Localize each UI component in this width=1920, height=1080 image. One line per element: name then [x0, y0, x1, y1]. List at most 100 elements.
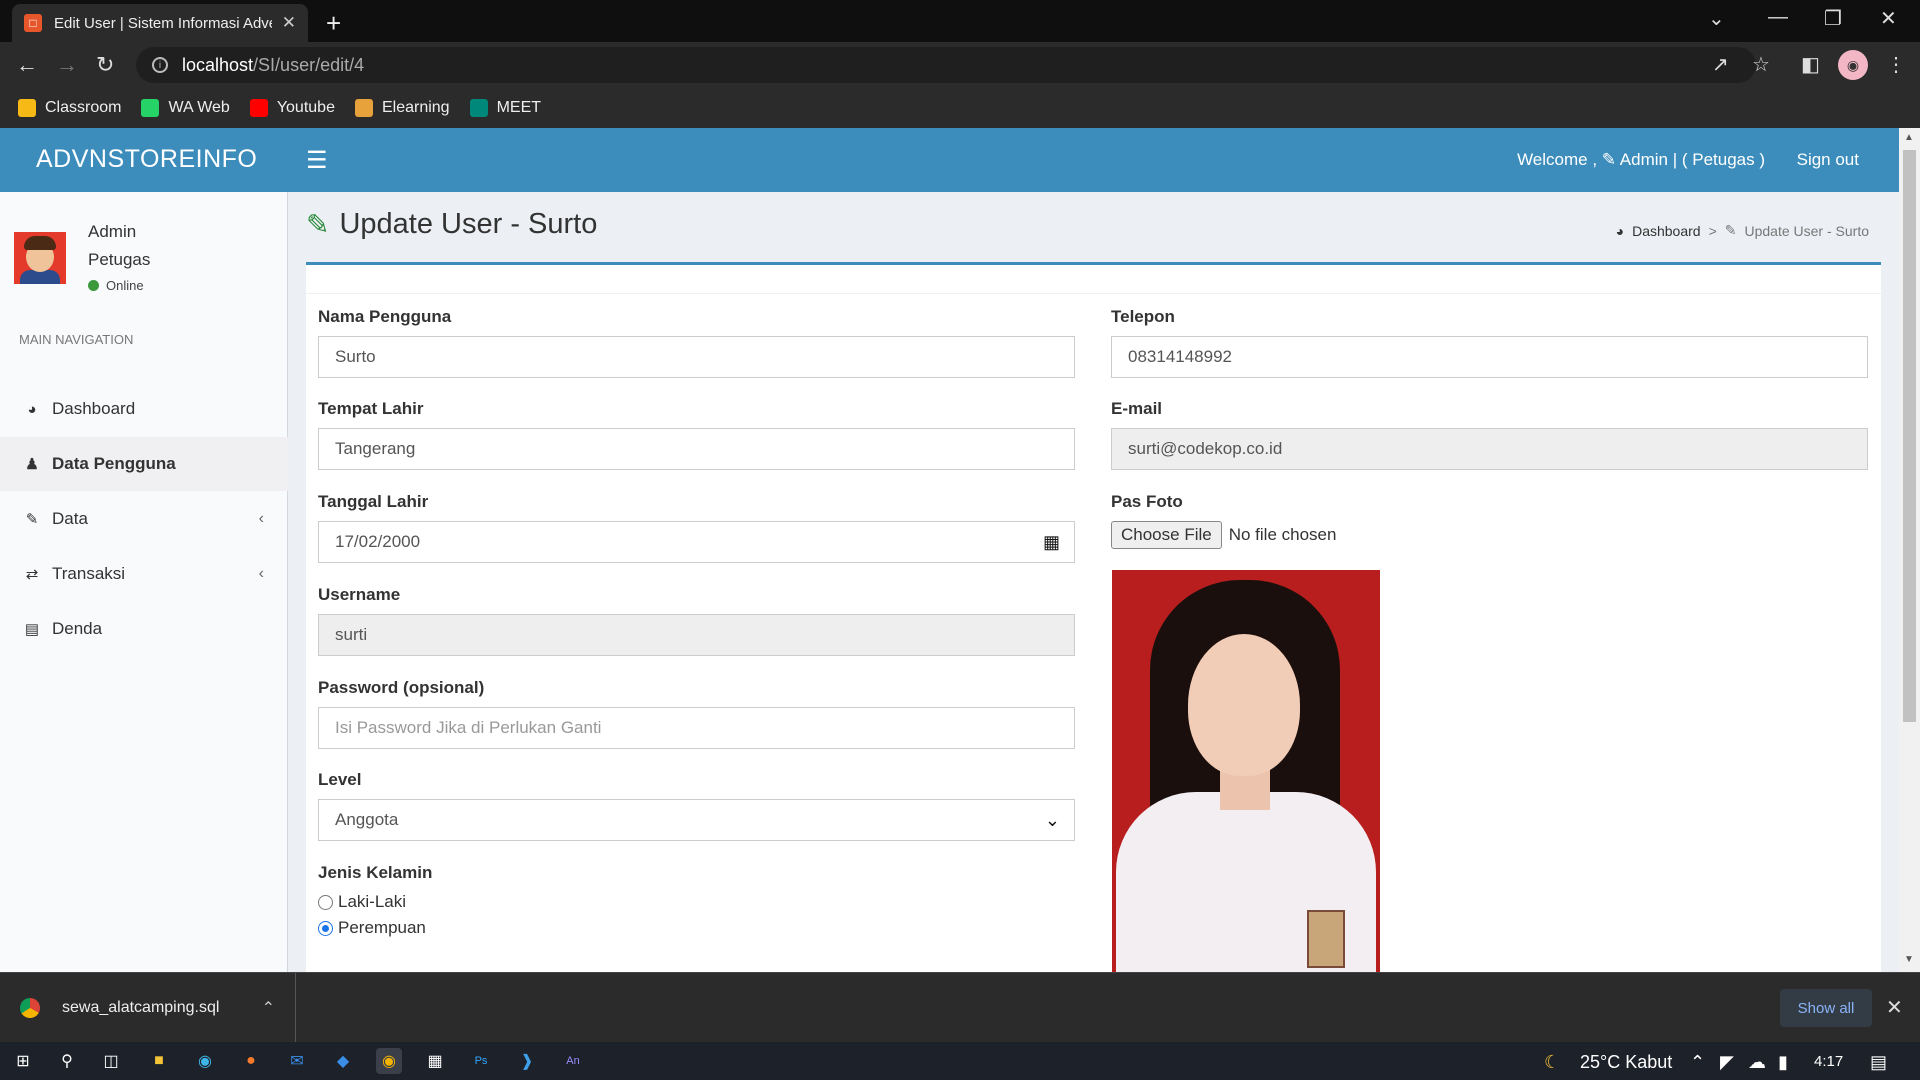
url-host: localhost — [182, 54, 254, 75]
sign-out-link[interactable]: Sign out — [1797, 150, 1859, 170]
url-bar[interactable]: i localhost/SI/user/edit/4 — [136, 47, 1756, 83]
file-input[interactable]: Choose File No file chosen — [1111, 521, 1336, 549]
telepon-label: Telepon — [1111, 307, 1175, 326]
radio-circle[interactable] — [318, 894, 333, 910]
dashboard-icon: ◕ — [1615, 222, 1625, 239]
share-icon[interactable]: ↗ — [1712, 52, 1729, 77]
password-label: Password (opsional) — [318, 678, 485, 697]
sidebar-toggle-icon[interactable]: ☰ — [306, 146, 328, 175]
choose-file-button[interactable]: Choose File — [1111, 521, 1222, 549]
username-field: Username surti — [318, 585, 1075, 656]
bookmark-wa-web[interactable]: WA Web — [141, 99, 230, 117]
site-favicon-icon: □ — [24, 14, 42, 32]
chevron-up-icon[interactable]: ⌃ — [262, 998, 275, 1018]
close-tab-icon[interactable]: ✕ — [282, 13, 296, 33]
telepon-input[interactable]: 08314148992 — [1111, 336, 1868, 378]
bookmark-label: Youtube — [276, 99, 335, 116]
breadcrumb-home[interactable]: Dashboard — [1632, 223, 1701, 239]
bookmarks-bar: Classroom WA Web Youtube Elearning MEET — [0, 88, 1920, 128]
file-status: No file chosen — [1228, 525, 1337, 544]
sidebar-item-data-pengguna[interactable]: ♟ Data Pengguna — [0, 437, 288, 491]
forward-button[interactable]: → — [56, 52, 78, 78]
scrollbar-thumb[interactable] — [1903, 150, 1916, 722]
minimize-button[interactable]: — — [1768, 6, 1788, 29]
profile-avatar[interactable]: ◉ — [1838, 50, 1868, 80]
notifications-icon[interactable]: ▤ — [1870, 1052, 1887, 1073]
reload-button[interactable]: ↻ — [96, 52, 114, 78]
edit-icon: ✎ — [306, 209, 330, 240]
back-button[interactable]: ← — [16, 52, 38, 78]
file-explorer-icon[interactable]: ■ — [146, 1048, 172, 1074]
bookmark-youtube[interactable]: Youtube — [249, 99, 335, 117]
classroom-icon — [18, 99, 36, 117]
download-item[interactable]: sewa_alatcamping.sql ⌃ — [20, 973, 296, 1043]
restore-button[interactable]: ❐ — [1824, 6, 1842, 31]
top-navbar: ADVNSTOREINFO ☰ Welcome , ✎ Admin | ( Pe… — [0, 128, 1899, 192]
calendar-icon[interactable]: ▦ — [1043, 532, 1060, 553]
chevron-left-icon: ‹ — [258, 565, 264, 582]
welcome-user[interactable]: Welcome , ✎ Admin | ( Petugas ) — [1517, 150, 1765, 170]
foto-field: Pas Foto Choose File No file chosen — [1111, 492, 1336, 549]
gender-perempuan-radio[interactable]: Perempuan — [318, 918, 432, 938]
close-downloads-icon[interactable]: ✕ — [1886, 995, 1903, 1020]
page-scrollbar[interactable]: ▲ ▼ — [1899, 128, 1920, 972]
sidebar-item-transaksi[interactable]: ⇄ Transaksi ‹ — [0, 547, 288, 601]
bookmark-meet[interactable]: MEET — [469, 99, 541, 117]
close-window-button[interactable]: ✕ — [1880, 6, 1897, 31]
bookmark-elearning[interactable]: Elearning — [354, 99, 450, 117]
sidebar-item-denda[interactable]: ▤ Denda — [0, 602, 288, 656]
bookmark-label: Classroom — [45, 99, 122, 116]
clock[interactable]: 4:17 — [1814, 1053, 1843, 1070]
tanggal-field: Tanggal Lahir 17/02/2000 ▦ — [318, 492, 1075, 563]
bookmark-label: WA Web — [168, 99, 230, 116]
dropbox-icon[interactable]: ◆ — [330, 1048, 356, 1074]
gender-laki-radio[interactable]: Laki-Laki — [318, 892, 432, 912]
battery-icon[interactable]: ▮ — [1778, 1052, 1788, 1073]
level-select[interactable]: Anggota ⌄ — [318, 799, 1075, 841]
nama-input[interactable]: Surto — [318, 336, 1075, 378]
breadcrumb-separator: > — [1708, 222, 1717, 239]
tanggal-input[interactable]: 17/02/2000 ▦ — [318, 521, 1075, 563]
side-panel-icon[interactable]: ◧ — [1801, 52, 1820, 77]
online-status-label: Online — [106, 278, 144, 293]
photoshop-icon[interactable]: Ps — [468, 1048, 494, 1074]
scroll-down-icon[interactable]: ▼ — [1904, 954, 1914, 965]
calculator-icon[interactable]: ▦ — [422, 1048, 448, 1074]
elearning-icon — [354, 99, 373, 117]
vscode-icon[interactable]: ❱ — [514, 1048, 540, 1074]
browser-tab[interactable]: □ Edit User | Sistem Informasi Adve ✕ — [12, 4, 308, 42]
firefox-icon[interactable]: ● — [238, 1048, 264, 1074]
tray-chevron-icon[interactable]: ⌃ — [1690, 1052, 1705, 1073]
cloud-icon[interactable]: ☁ — [1748, 1052, 1766, 1073]
mail-icon[interactable]: ✉ — [284, 1048, 310, 1074]
tempat-input[interactable]: Tangerang — [318, 428, 1075, 470]
password-input[interactable]: Isi Password Jika di Perlukan Ganti — [318, 707, 1075, 749]
scroll-up-icon[interactable]: ▲ — [1904, 132, 1914, 143]
edit-icon: ✎ — [25, 511, 39, 528]
sidebar-user-info: Admin Petugas — [88, 218, 150, 274]
bookmark-classroom[interactable]: Classroom — [18, 99, 121, 117]
new-tab-button[interactable]: + — [326, 8, 341, 39]
tab-search-icon[interactable]: ⌄ — [1708, 6, 1725, 31]
app-logo[interactable]: ADVNSTOREINFO — [36, 145, 257, 174]
box-divider — [306, 293, 1881, 294]
youtube-icon — [249, 99, 268, 117]
sidebar-item-label: Denda — [52, 619, 103, 638]
animate-icon[interactable]: An — [560, 1048, 586, 1074]
weather-text[interactable]: 25°C Kabut — [1580, 1052, 1672, 1073]
sidebar-item-dashboard[interactable]: ◕ Dashboard — [0, 382, 288, 436]
radio-circle-selected[interactable] — [318, 920, 333, 936]
sidebar-item-data[interactable]: ✎ Data ‹ — [0, 492, 288, 546]
whatsapp-icon — [141, 99, 160, 117]
site-info-icon[interactable]: i — [152, 57, 168, 73]
chrome-taskbar-icon[interactable]: ◉ — [376, 1048, 402, 1074]
edge-icon[interactable]: ◉ — [192, 1048, 218, 1074]
wifi-icon[interactable]: ◤ — [1720, 1052, 1734, 1073]
menu-kebab-icon[interactable]: ⋮ — [1886, 52, 1906, 77]
sidebar-user-role: Petugas — [88, 250, 151, 269]
bookmark-star-icon[interactable]: ☆ — [1752, 52, 1770, 77]
show-all-button[interactable]: Show all — [1780, 989, 1872, 1027]
windows-start-icon[interactable]: ⊞ — [10, 1048, 36, 1074]
search-icon[interactable]: ⚲ — [54, 1048, 80, 1074]
task-view-icon[interactable]: ◫ — [98, 1048, 124, 1074]
